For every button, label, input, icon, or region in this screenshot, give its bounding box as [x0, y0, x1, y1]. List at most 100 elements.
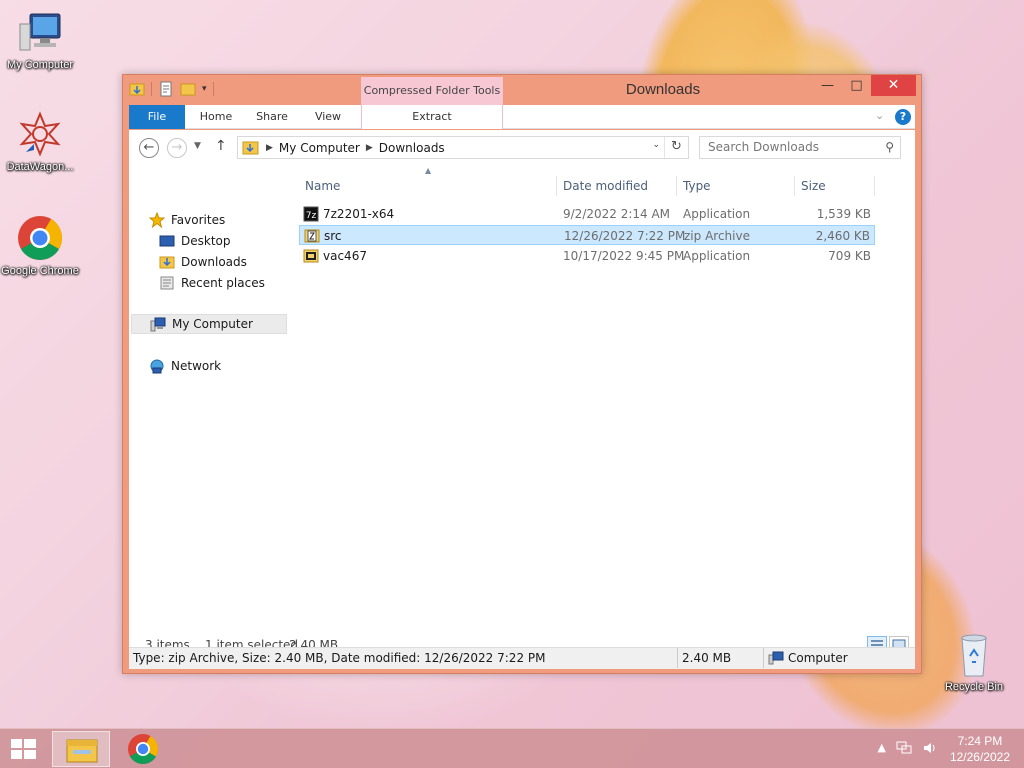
breadcrumb-my-computer[interactable]: My Computer: [279, 141, 360, 155]
ribbon-tabs: File Home Share View Extract ⌄ ?: [129, 105, 915, 129]
file-size: 709 KB: [828, 249, 871, 263]
properties-icon[interactable]: [158, 81, 174, 97]
desktop-icon-datawagon[interactable]: DataWagon...: [0, 110, 80, 174]
folder-down-icon[interactable]: [129, 81, 145, 97]
sidebar-item-label: Favorites: [171, 213, 226, 227]
computer-icon: [16, 8, 64, 56]
column-header-name[interactable]: Name: [299, 176, 557, 196]
file-size: 1,539 KB: [816, 207, 871, 221]
desktop-icon-google-chrome[interactable]: Google Chrome: [0, 214, 80, 278]
address-bar[interactable]: ▶ My Computer ▶ Downloads ⌄ ↻: [237, 136, 689, 159]
file-type: Application: [683, 207, 751, 221]
file-name: vac467: [323, 249, 367, 263]
sidebar-item-label: Recent places: [181, 276, 265, 290]
desktop-icon-label: DataWagon...: [6, 161, 74, 173]
clock-date: 12/26/2022: [949, 750, 1010, 764]
breadcrumb-downloads[interactable]: Downloads: [379, 141, 445, 155]
sidebar-item-network[interactable]: Network: [149, 356, 221, 376]
location-label: Computer: [788, 651, 848, 665]
minimize-button[interactable]: —: [814, 75, 841, 96]
new-folder-icon[interactable]: [180, 81, 196, 97]
search-icon[interactable]: ⚲: [885, 137, 894, 158]
file-row-7z2201-x64[interactable]: 7z 7z2201-x64 9/2/2022 2:14 AM Applicati…: [299, 204, 875, 224]
details-bar: Type: zip Archive, Size: 2.40 MB, Date m…: [129, 647, 915, 669]
file-date-modified: 10/17/2022 9:45 PM: [563, 249, 685, 263]
compressed-folder-tools-header: Compressed Folder Tools: [361, 77, 503, 105]
sidebar-item-my-computer[interactable]: My Computer: [131, 314, 287, 334]
column-header-type[interactable]: Type: [677, 176, 795, 196]
tab-view[interactable]: View: [303, 105, 353, 129]
file-date-modified: 12/26/2022 7:22 PM: [564, 229, 686, 243]
volume-icon[interactable]: [922, 741, 938, 758]
system-clock[interactable]: 7:24 PM 12/26/2022: [950, 733, 1010, 765]
quick-access-toolbar: ▾: [129, 81, 214, 97]
file-date-modified: 9/2/2022 2:14 AM: [563, 207, 671, 221]
back-button[interactable]: ←: [139, 138, 159, 158]
taskbar-file-explorer-button[interactable]: [52, 731, 110, 767]
network-status-icon[interactable]: [896, 741, 912, 758]
window-title: Downloads: [625, 81, 701, 98]
svg-text:7z: 7z: [306, 211, 317, 221]
expand-ribbon-icon[interactable]: ⌄: [875, 109, 884, 122]
file-explorer-icon: [66, 739, 98, 763]
file-name: src: [324, 229, 342, 243]
up-button[interactable]: ↑: [215, 138, 227, 154]
navigation-pane: Favorites Desktop Downloads Recent place…: [129, 164, 295, 634]
downloads-folder-icon: [242, 141, 259, 154]
toolbar-divider: [212, 82, 214, 96]
datawagon-icon: [16, 110, 64, 158]
taskbar-chrome-button[interactable]: [114, 731, 172, 767]
recent-places-icon: [160, 276, 174, 290]
column-header-size[interactable]: Size: [795, 176, 875, 196]
sidebar-item-label: Network: [171, 359, 222, 373]
tab-share[interactable]: Share: [247, 105, 297, 129]
computer-icon: [150, 317, 166, 332]
sidebar-item-favorites[interactable]: Favorites: [149, 210, 225, 230]
tab-file[interactable]: File: [129, 105, 185, 129]
sidebar-item-downloads[interactable]: Downloads: [159, 252, 247, 272]
sidebar-item-recent-places[interactable]: Recent places: [159, 273, 265, 293]
desktop-icon-label: Google Chrome: [1, 265, 79, 277]
customize-toolbar-icon[interactable]: ▾: [202, 84, 207, 94]
maximize-button[interactable]: □: [843, 75, 870, 96]
breadcrumb-separator-icon[interactable]: ▶: [266, 143, 273, 153]
recent-locations-icon[interactable]: ▼: [194, 141, 201, 151]
network-icon: [150, 359, 164, 374]
computer-icon: [768, 651, 784, 665]
search-placeholder: Search Downloads: [708, 140, 819, 154]
desktop-icon: [159, 235, 175, 247]
zip-archive-icon: [304, 229, 320, 243]
breadcrumb-separator-icon[interactable]: ▶: [366, 143, 373, 153]
sort-ascending-icon: ▲: [425, 166, 432, 175]
desktop-icon-my-computer[interactable]: My Computer: [0, 8, 80, 72]
tab-extract[interactable]: Extract: [361, 105, 503, 129]
search-input[interactable]: Search Downloads ⚲: [699, 136, 901, 159]
file-type: zip Archive: [684, 229, 750, 243]
sidebar-item-desktop[interactable]: Desktop: [159, 231, 231, 251]
show-hidden-icons-icon[interactable]: ▲: [878, 741, 886, 754]
toolbar-divider: [151, 82, 152, 96]
title-bar[interactable]: ▾ Compressed Folder Tools Downloads — □ …: [123, 75, 921, 105]
file-name: 7z2201-x64: [323, 207, 395, 221]
sidebar-item-label: My Computer: [172, 317, 253, 331]
desktop-icon-label: My Computer: [6, 59, 74, 71]
column-header-date-modified[interactable]: Date modified: [557, 176, 677, 196]
application-icon: [303, 249, 319, 263]
selected-file-details: Type: zip Archive, Size: 2.40 MB, Date m…: [133, 651, 546, 665]
windows-logo-icon: [11, 739, 36, 759]
address-dropdown-icon[interactable]: ⌄: [652, 140, 660, 150]
chrome-icon: [128, 734, 158, 765]
tab-home[interactable]: Home: [191, 105, 241, 129]
file-row-vac467[interactable]: vac467 10/17/2022 9:45 PM Application 70…: [299, 246, 875, 266]
selected-file-size: 2.40 MB: [677, 648, 731, 668]
forward-button[interactable]: →: [167, 138, 187, 158]
file-row-src[interactable]: src 12/26/2022 7:22 PM zip Archive 2,460…: [299, 225, 875, 245]
help-icon[interactable]: ?: [895, 109, 911, 125]
sidebar-item-label: Downloads: [181, 255, 247, 269]
refresh-icon[interactable]: ↻: [664, 137, 688, 158]
desktop-icon-recycle-bin[interactable]: Recycle Bin: [934, 630, 1014, 694]
start-button[interactable]: [0, 729, 48, 768]
file-type: Application: [683, 249, 751, 263]
close-button[interactable]: ✕: [871, 75, 916, 96]
desktop-icon-label: Recycle Bin: [944, 681, 1004, 693]
